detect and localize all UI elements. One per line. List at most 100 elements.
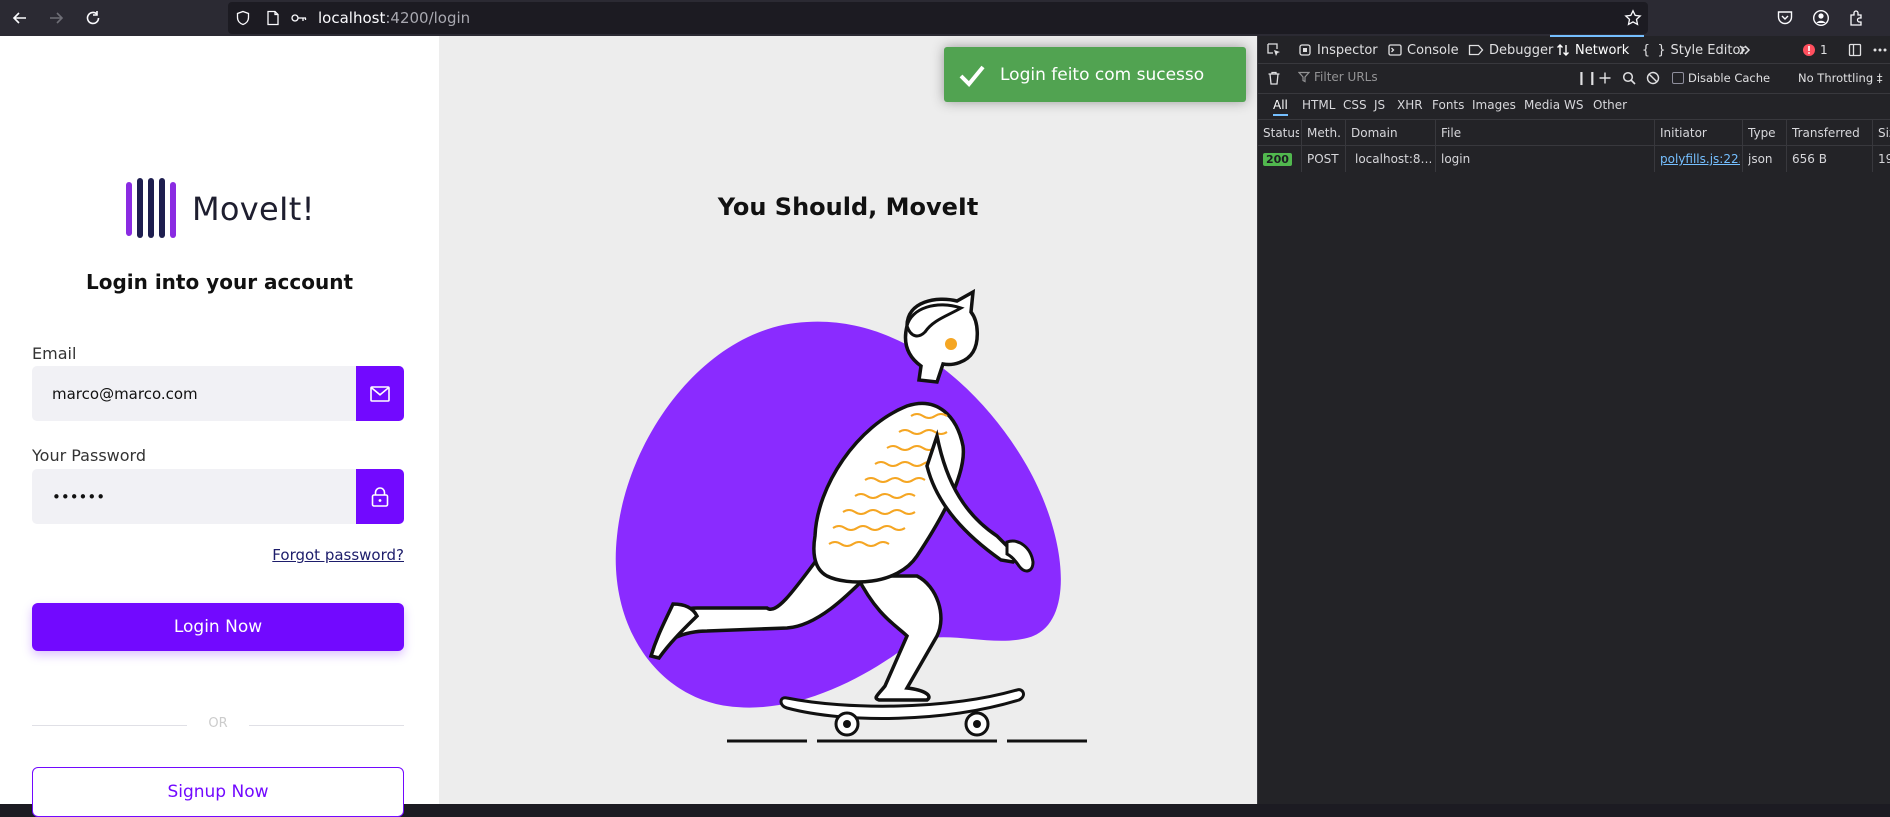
password-label: Your Password bbox=[32, 446, 146, 465]
reload-icon[interactable] bbox=[81, 6, 105, 30]
email-label: Email bbox=[32, 344, 77, 363]
block-icon[interactable] bbox=[1646, 71, 1660, 85]
url-path: :4200/login bbox=[385, 9, 471, 27]
account-icon[interactable] bbox=[1809, 6, 1833, 30]
network-table-header: Status Meth… Domain File Initiator Type … bbox=[1258, 120, 1890, 146]
disable-cache-checkbox[interactable] bbox=[1672, 72, 1684, 84]
row-type: json bbox=[1748, 152, 1773, 166]
email-input[interactable] bbox=[32, 366, 352, 421]
login-title: Login into your account bbox=[85, 270, 354, 294]
col-size[interactable]: Siz bbox=[1878, 126, 1890, 140]
login-button[interactable]: Login Now bbox=[32, 603, 404, 651]
network-icon bbox=[1556, 43, 1570, 57]
forward-arrow-icon[interactable] bbox=[44, 6, 68, 30]
more-tabs-icon[interactable] bbox=[1738, 36, 1752, 64]
tab-debugger[interactable]: Debugger bbox=[1468, 36, 1553, 64]
row-domain: localhost:8… bbox=[1351, 152, 1431, 166]
col-type[interactable]: Type bbox=[1748, 126, 1786, 140]
type-filter-other[interactable]: Other bbox=[1593, 98, 1627, 112]
or-divider: OR bbox=[32, 715, 404, 735]
tab-style-editor[interactable]: { } Style Editor bbox=[1642, 36, 1746, 64]
type-filter-ws[interactable]: WS bbox=[1564, 98, 1583, 112]
type-filter-fonts[interactable]: Fonts bbox=[1432, 98, 1464, 112]
email-field-group bbox=[32, 366, 404, 421]
dock-icon[interactable] bbox=[1848, 36, 1862, 64]
type-filter-media[interactable]: Media bbox=[1524, 98, 1560, 112]
illustration-panel: You Should, MoveIt bbox=[439, 36, 1257, 804]
error-count: 1 bbox=[1820, 43, 1828, 57]
url-text[interactable]: localhost:4200/login bbox=[318, 9, 470, 27]
type-filter-images[interactable]: Images bbox=[1472, 98, 1516, 112]
brand-name: MoveIt! bbox=[192, 190, 315, 228]
inspector-icon bbox=[1298, 43, 1312, 57]
col-file[interactable]: File bbox=[1441, 126, 1661, 140]
error-count-badge[interactable]: 1 bbox=[1802, 36, 1828, 64]
type-filter-html[interactable]: HTML bbox=[1302, 98, 1335, 112]
tab-inspector-label: Inspector bbox=[1317, 42, 1378, 58]
col-initiator[interactable]: Initiator bbox=[1660, 126, 1736, 140]
filter-icon bbox=[1298, 71, 1310, 83]
disable-cache-label: Disable Cache bbox=[1688, 71, 1771, 85]
shield-icon[interactable] bbox=[234, 9, 252, 27]
signup-button[interactable]: Signup Now bbox=[32, 767, 404, 817]
brand-logo: MoveIt! bbox=[126, 178, 315, 240]
devtools-tabbar: Inspector Console Debugger Network { } S… bbox=[1258, 35, 1890, 64]
key-icon[interactable] bbox=[290, 9, 308, 27]
disable-cache-toggle[interactable]: Disable Cache bbox=[1672, 71, 1770, 85]
add-icon[interactable] bbox=[1598, 71, 1612, 85]
password-input[interactable] bbox=[32, 469, 352, 524]
extensions-icon[interactable] bbox=[1845, 6, 1869, 30]
tab-console[interactable]: Console bbox=[1388, 36, 1459, 64]
more-options-icon[interactable] bbox=[1872, 36, 1888, 64]
toast-message: Login feito com sucesso bbox=[1000, 64, 1205, 85]
skateboarder-illustration bbox=[607, 286, 1087, 756]
divider-line-right bbox=[249, 725, 404, 726]
row-initiator[interactable]: polyfills.js:223… bbox=[1660, 152, 1740, 166]
debugger-icon bbox=[1468, 43, 1484, 57]
checkmark-icon bbox=[958, 63, 988, 87]
trash-icon[interactable] bbox=[1266, 70, 1282, 86]
or-text: OR bbox=[208, 716, 228, 731]
bookmark-star-icon[interactable] bbox=[1624, 9, 1642, 27]
tab-inspector[interactable]: Inspector bbox=[1298, 36, 1378, 64]
pick-element-icon[interactable] bbox=[1266, 36, 1282, 64]
url-host: localhost bbox=[318, 9, 386, 27]
devtools-panel: Inspector Console Debugger Network { } S… bbox=[1257, 35, 1890, 804]
success-toast[interactable]: Login feito com sucesso bbox=[944, 47, 1246, 102]
address-bar[interactable]: localhost:4200/login bbox=[228, 2, 1648, 34]
col-method[interactable]: Meth… bbox=[1307, 126, 1341, 140]
type-filter-all[interactable]: All bbox=[1273, 98, 1288, 116]
style-editor-icon: { } bbox=[1642, 42, 1666, 58]
page-icon[interactable] bbox=[264, 9, 282, 27]
type-filter-css[interactable]: CSS bbox=[1343, 98, 1367, 112]
forgot-password-link[interactable]: Forgot password? bbox=[272, 546, 404, 564]
type-filter-js[interactable]: JS bbox=[1374, 98, 1385, 112]
pocket-icon[interactable] bbox=[1773, 6, 1797, 30]
console-icon bbox=[1388, 43, 1402, 57]
search-icon[interactable] bbox=[1622, 71, 1636, 85]
active-tab-indicator bbox=[1550, 35, 1644, 37]
row-transferred: 656 B bbox=[1792, 152, 1827, 166]
error-icon bbox=[1803, 44, 1815, 56]
throttling-select[interactable]: No Throttling ‡ bbox=[1798, 71, 1883, 85]
type-filter-xhr[interactable]: XHR bbox=[1397, 98, 1423, 112]
lock-icon bbox=[356, 469, 404, 524]
row-status: 200 bbox=[1263, 152, 1292, 166]
request-type-filters: All HTML CSS JS XHR Fonts Images Media W… bbox=[1258, 94, 1890, 120]
col-transferred[interactable]: Transferred bbox=[1792, 126, 1872, 140]
moveit-logo-icon bbox=[126, 178, 176, 238]
row-method: POST bbox=[1307, 152, 1339, 166]
filter-urls-input[interactable]: Filter URLs bbox=[1298, 70, 1478, 84]
tab-network[interactable]: Network bbox=[1556, 36, 1629, 64]
mail-icon bbox=[356, 366, 404, 421]
password-field-group bbox=[32, 469, 404, 524]
back-arrow-icon[interactable] bbox=[8, 6, 32, 30]
table-row[interactable]: 200 POST localhost:8… login polyfills.js… bbox=[1258, 146, 1890, 172]
col-domain[interactable]: Domain bbox=[1351, 126, 1431, 140]
col-status[interactable]: Status bbox=[1263, 126, 1299, 140]
row-file: login bbox=[1441, 152, 1471, 166]
browser-toolbar: localhost:4200/login bbox=[0, 0, 1890, 36]
initiator-link[interactable]: polyfills.js:223… bbox=[1660, 152, 1740, 166]
pause-icon[interactable]: ❙❙ bbox=[1576, 71, 1598, 86]
row-size: 19 bbox=[1878, 152, 1890, 166]
